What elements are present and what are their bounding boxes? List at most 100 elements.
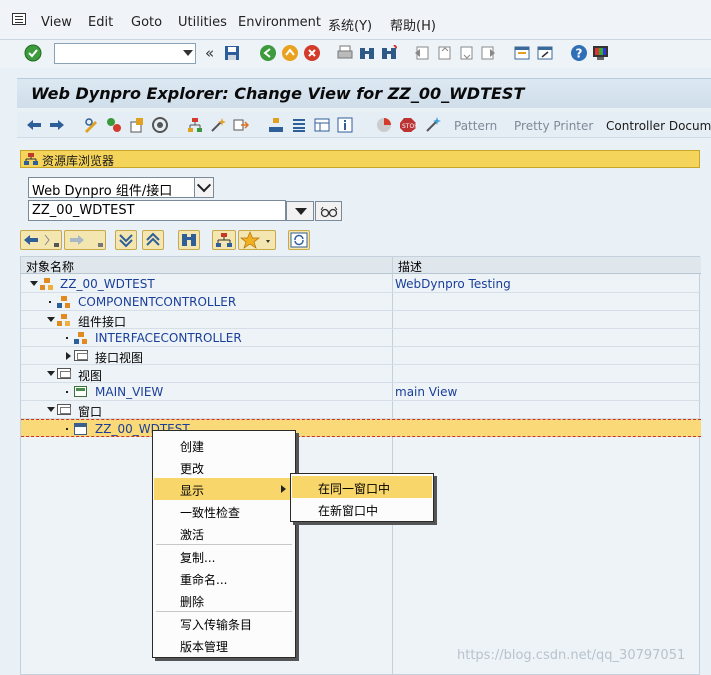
repository-browser-icon [24,153,38,165]
previous-object-button[interactable] [20,230,62,250]
first-page-icon[interactable] [414,45,430,61]
menu-item-copy[interactable]: 复制... [154,545,294,567]
next-page-icon[interactable] [458,45,474,61]
tree-node-label[interactable]: 窗口 [78,403,102,420]
forward-arrow-icon[interactable] [49,117,65,133]
expand-toggle-icon[interactable] [47,317,55,322]
menu-item-change[interactable]: 更改 [154,456,294,478]
menu-item-consistency-check[interactable]: 一致性检查 [154,500,294,522]
favorites-button[interactable] [238,230,276,250]
column-header-object-name[interactable]: 对象名称 [26,258,74,275]
display-object-button[interactable] [315,201,342,221]
object-type-select[interactable]: Web Dynpro 组件/接口 [28,177,214,199]
find-in-tree-button[interactable] [178,230,200,250]
tree-row-component-interface[interactable]: 组件接口 [21,311,701,329]
layout-settings-icon[interactable] [592,45,609,61]
object-list-icon[interactable] [268,117,284,133]
submenu-item-same-window[interactable]: 在同一窗口中 [292,476,432,498]
system-menu-icon[interactable] [12,13,26,25]
object-name-dropdown[interactable] [286,201,314,221]
info-icon[interactable] [337,117,353,133]
tree-row-component[interactable]: ZZ_00_WDTEST WebDynpro Testing [21,275,701,293]
command-input[interactable] [55,44,175,63]
tree-node-label[interactable]: ZZ_00_WDTEST [60,277,155,291]
application-toolbar: STOP Pattern Pretty Printer Controller D… [17,112,711,138]
menu-view[interactable]: View [41,15,72,30]
menu-environment[interactable]: Environment [238,15,321,30]
submenu-item-new-window[interactable]: 在新窗口中 [292,498,432,520]
menu-item-write-transport[interactable]: 写入传输条目 [154,612,294,634]
magic-wand-icon[interactable] [425,117,441,133]
layout-icon[interactable] [314,117,330,133]
menu-goto[interactable]: Goto [131,15,162,30]
menu-item-create[interactable]: 创建 [154,434,294,456]
binoculars-icon [182,234,196,246]
expand-toggle-icon[interactable] [30,281,38,286]
wizard-icon[interactable] [210,117,226,133]
expand-toggle-icon[interactable] [47,371,55,376]
column-header-description[interactable]: 描述 [398,258,422,275]
last-page-icon[interactable] [480,45,496,61]
tree-row-views[interactable]: 视图 [21,365,701,383]
expand-toggle-icon[interactable] [47,407,55,412]
chevron-down-icon[interactable] [194,178,213,197]
hierarchy-icon[interactable] [187,117,203,133]
back-arrow-icon[interactable] [26,117,42,133]
tree-row-window-selected[interactable]: ZZ_00_WDTEST [21,419,701,437]
page-title: Web Dynpro Explorer: Change View for ZZ_… [31,84,525,103]
tree-row-interfacecontroller[interactable]: INTERFACECONTROLLER [21,329,701,347]
tree-node-label[interactable]: MAIN_VIEW [95,385,163,399]
check-icon[interactable] [152,117,168,133]
tree-row-componentcontroller[interactable]: COMPONENTCONTROLLER [21,293,701,311]
tree-node-label[interactable]: INTERFACECONTROLLER [95,331,242,345]
where-used-icon[interactable] [233,117,249,133]
menu-item-delete[interactable]: 删除 [154,589,294,611]
list-icon[interactable] [291,117,307,133]
exit-icon[interactable] [281,44,299,62]
shortcut-icon[interactable] [537,45,553,61]
object-name-field[interactable]: ZZ_00_WDTEST [28,200,286,221]
tree-node-label[interactable]: 组件接口 [78,313,126,330]
enter-check-icon[interactable] [24,44,42,62]
help-icon[interactable]: ? [570,44,588,62]
tree-node-label[interactable]: 视图 [78,367,102,384]
display-change-icon[interactable] [83,117,99,133]
collapse-all-button[interactable] [142,230,164,250]
menu-item-rename[interactable]: 重命名... [154,567,294,589]
tree-row-windows[interactable]: 窗口 [21,401,701,419]
menu-item-display[interactable]: 显示 [154,478,294,500]
menu-utilities[interactable]: Utilities [178,15,227,30]
tree-node-label[interactable]: COMPONENTCONTROLLER [78,295,236,309]
pretty-printer-button[interactable]: Pretty Printer [514,119,593,133]
new-session-icon[interactable] [514,45,530,61]
collapse-icon[interactable]: « [205,44,214,62]
next-object-button[interactable] [64,230,106,250]
stop-icon[interactable]: STOP [399,117,417,133]
hierarchy-button[interactable] [212,230,236,250]
print-icon[interactable] [337,45,353,61]
pattern-button[interactable]: Pattern [454,119,497,133]
menu-system[interactable]: 系统(Y) [328,15,372,34]
command-field[interactable] [54,43,196,64]
find-next-icon[interactable] [381,45,397,61]
command-dropdown-icon[interactable] [183,50,193,56]
expand-toggle-icon[interactable] [66,352,71,360]
tree-row-main-view[interactable]: MAIN_VIEW main View [21,383,701,401]
pie-chart-icon[interactable] [376,117,392,133]
tree-node-label[interactable]: 接口视图 [95,349,143,366]
menu-edit[interactable]: Edit [88,15,113,30]
menu-help[interactable]: 帮助(H) [390,15,436,34]
cancel-icon[interactable] [303,44,321,62]
menu-item-activate[interactable]: 激活 [154,522,294,544]
refresh-button[interactable] [288,230,310,250]
tree-row-interface-views[interactable]: 接口视图 [21,347,701,365]
back-icon[interactable] [259,44,277,62]
other-object-icon[interactable] [129,117,145,133]
active-inactive-icon[interactable] [106,117,122,133]
save-icon[interactable] [224,45,240,61]
controller-documentation-button[interactable]: Controller Documer [606,119,711,133]
menu-item-version-management[interactable]: 版本管理 [154,634,294,656]
expand-all-button[interactable] [115,230,137,250]
previous-page-icon[interactable] [436,45,452,61]
find-icon[interactable] [359,45,375,61]
